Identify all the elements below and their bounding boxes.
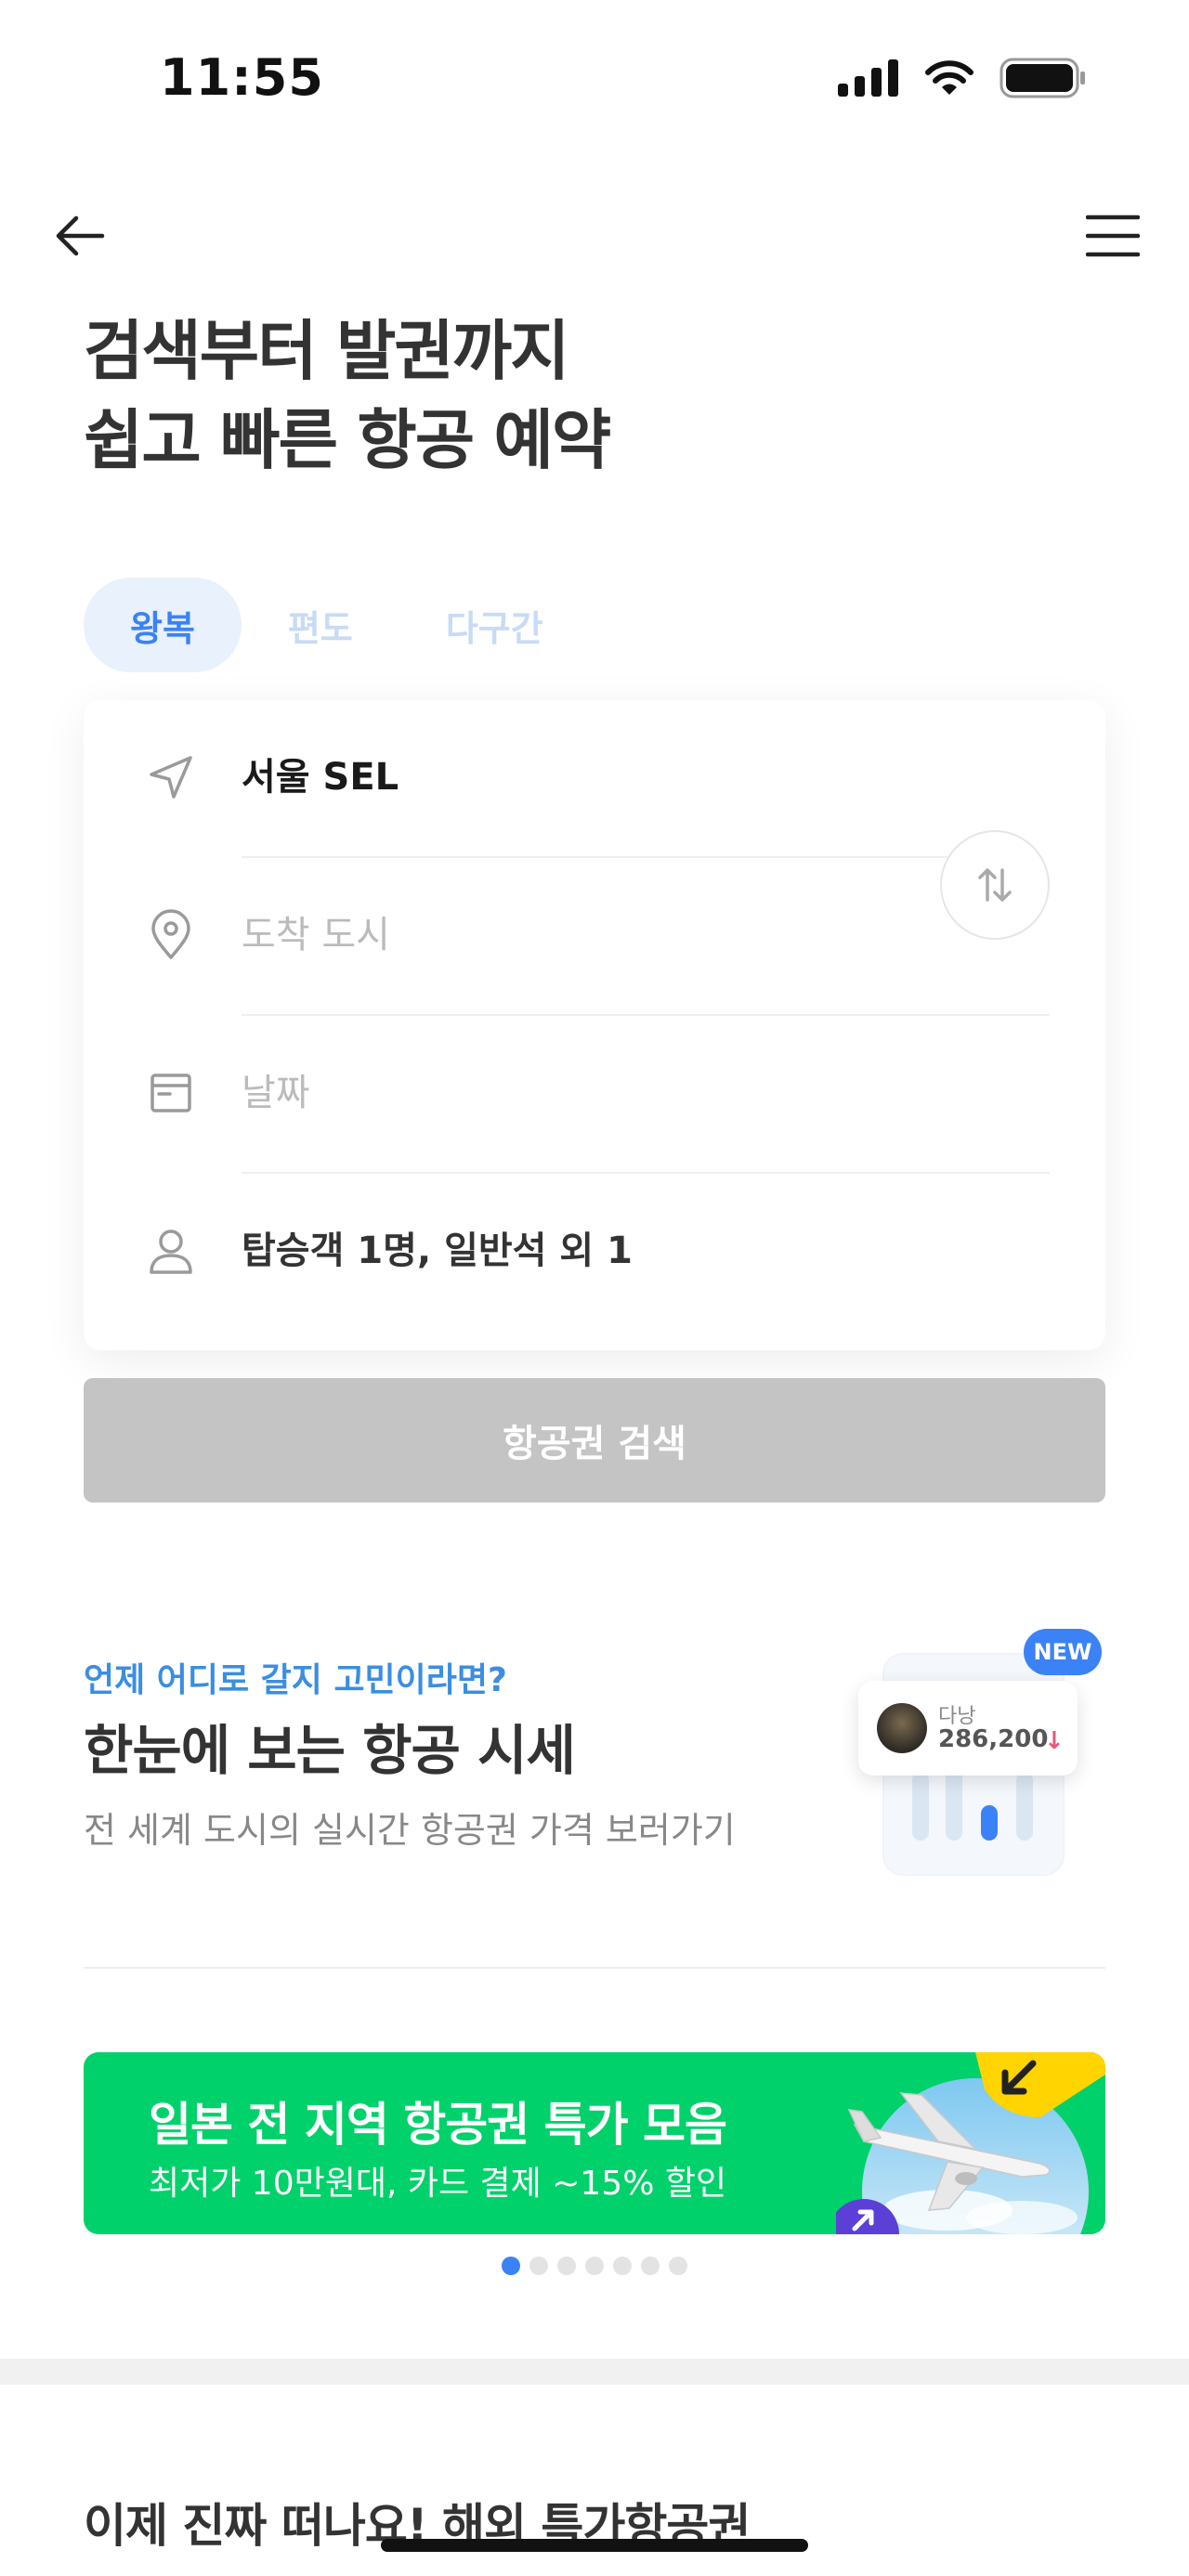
swap-cities-button[interactable] — [940, 830, 1050, 940]
menu-button[interactable] — [1081, 204, 1144, 267]
tab-round-trip[interactable]: 왕복 — [84, 578, 242, 672]
price-chip: 다낭 286,200 ↓ — [858, 1681, 1078, 1776]
section-divider — [84, 1967, 1105, 1969]
navigation-arrow-icon — [145, 751, 197, 803]
departure-value: 서울 SEL — [242, 756, 399, 799]
status-bar: 11:55 — [0, 0, 1189, 158]
back-button[interactable] — [48, 204, 111, 267]
carousel-pagination — [502, 2257, 687, 2275]
promo-banner[interactable]: 일본 전 지역 항공권 특가 모음 최저가 10만원대, 카드 결제 ~15% … — [84, 2052, 1105, 2234]
map-pin-icon — [145, 909, 197, 961]
price-trends-illustration[interactable]: 다낭 286,200 ↓ NEW — [855, 1625, 1105, 1876]
chart-bar — [981, 1805, 998, 1841]
new-badge: NEW — [1024, 1629, 1102, 1675]
price-trends-subtitle[interactable]: 전 세계 도시의 실시간 항공권 가격 보러가기 — [84, 1802, 736, 1853]
person-icon — [145, 1225, 197, 1277]
date-placeholder: 날짜 — [242, 1072, 310, 1114]
carousel-dot[interactable] — [669, 2257, 687, 2275]
promo-banner-title: 일본 전 지역 항공권 특가 모음 — [149, 2098, 727, 2152]
tab-one-way[interactable]: 편도 — [242, 578, 399, 672]
airplane-illustration — [836, 2052, 1105, 2234]
carousel-dot[interactable] — [585, 2257, 604, 2275]
carousel-dot[interactable] — [557, 2257, 576, 2275]
promo-banner-subtitle: 최저가 10만원대, 카드 결제 ~15% 할인 — [149, 2165, 727, 2203]
status-icons — [838, 58, 1087, 98]
carousel-dot[interactable] — [613, 2257, 632, 2275]
section-separator-band — [0, 2359, 1189, 2385]
carousel-dot[interactable] — [529, 2257, 548, 2275]
headline-line-2: 쉽고 빠른 항공 예약 — [84, 402, 611, 478]
city-thumbnail — [877, 1703, 927, 1753]
arrival-placeholder: 도착 도시 — [242, 914, 390, 956]
passenger-summary: 탑승객 1명, 일반석 외 1 — [242, 1229, 633, 1272]
calendar-icon — [145, 1067, 197, 1119]
price-trends-title[interactable]: 한눈에 보는 항공 시세 — [84, 1707, 576, 1785]
carousel-dot[interactable] — [641, 2257, 660, 2275]
carousel-dot-active[interactable] — [502, 2257, 520, 2275]
tab-multi-city[interactable]: 다구간 — [399, 578, 590, 672]
price-trends-eyebrow: 언제 어디로 갈지 고민이라면? — [84, 1661, 507, 1699]
price-down-arrow-icon: ↓ — [1044, 1727, 1065, 1755]
price-chip-value: 286,200 — [938, 1725, 1049, 1753]
wifi-icon — [925, 60, 973, 95]
chart-bar — [912, 1772, 929, 1841]
home-indicator[interactable] — [381, 2539, 808, 2552]
cellular-signal-icon — [838, 59, 898, 97]
date-field[interactable]: 날짜 — [84, 1016, 1105, 1174]
arrow-left-icon — [56, 215, 105, 256]
flight-search-card: 서울 SEL 도착 도시 날짜 탑승객 1명, 일반석 외 1 — [84, 700, 1105, 1350]
departure-field[interactable]: 서울 SEL — [84, 700, 1105, 858]
headline-line-1: 검색부터 발권까지 — [84, 313, 570, 389]
status-time: 11:55 — [160, 48, 324, 107]
swap-arrows-icon — [978, 868, 1012, 902]
chart-bar — [1016, 1772, 1033, 1841]
battery-icon — [1000, 58, 1085, 98]
page-headline: 검색부터 발권까지 쉽고 빠른 항공 예약 — [84, 306, 611, 485]
search-flights-button[interactable]: 항공권 검색 — [84, 1378, 1105, 1503]
hamburger-menu-icon — [1086, 215, 1140, 257]
trip-type-tabs: 왕복 편도 다구간 — [84, 578, 590, 672]
passenger-field[interactable]: 탑승객 1명, 일반석 외 1 — [84, 1174, 1105, 1332]
